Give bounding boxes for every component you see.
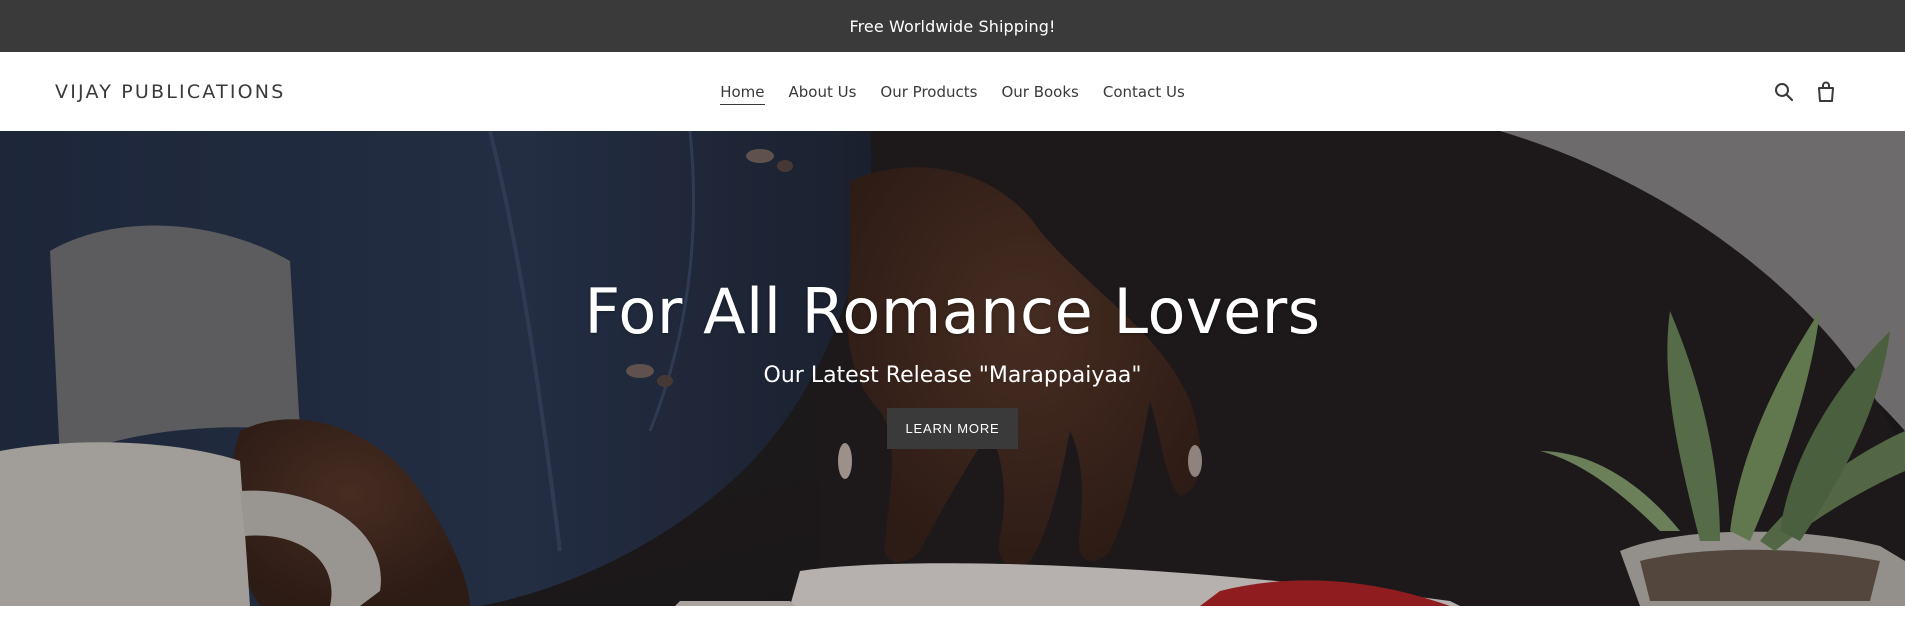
- search-icon[interactable]: [1772, 80, 1796, 104]
- nav-item-home[interactable]: Home: [720, 79, 765, 105]
- learn-more-button[interactable]: LEARN MORE: [886, 408, 1019, 449]
- announcement-bar: Free Worldwide Shipping!: [0, 0, 1905, 52]
- site-header: VIJAY PUBLICATIONS Home About Us Our Pro…: [0, 52, 1905, 131]
- nav-item-our-books[interactable]: Our Books: [1001, 79, 1078, 105]
- hero-banner: For All Romance Lovers Our Latest Releas…: [0, 131, 1905, 606]
- announcement-text: Free Worldwide Shipping!: [849, 16, 1056, 36]
- hero-content: For All Romance Lovers Our Latest Releas…: [0, 131, 1905, 606]
- page-content-area: [0, 606, 1905, 644]
- nav-item-our-products[interactable]: Our Products: [880, 79, 977, 105]
- nav-list: Home About Us Our Products Our Books Con…: [720, 79, 1185, 105]
- main-nav: Home About Us Our Products Our Books Con…: [0, 52, 1905, 131]
- site-logo[interactable]: VIJAY PUBLICATIONS: [55, 52, 285, 131]
- nav-item-about-us[interactable]: About Us: [789, 79, 857, 105]
- cart-icon[interactable]: [1814, 80, 1838, 104]
- nav-item-contact-us[interactable]: Contact Us: [1103, 79, 1185, 105]
- header-icons: [1772, 52, 1838, 131]
- hero-subtitle: Our Latest Release "Marappaiyaa": [763, 363, 1142, 388]
- hero-title: For All Romance Lovers: [584, 275, 1321, 348]
